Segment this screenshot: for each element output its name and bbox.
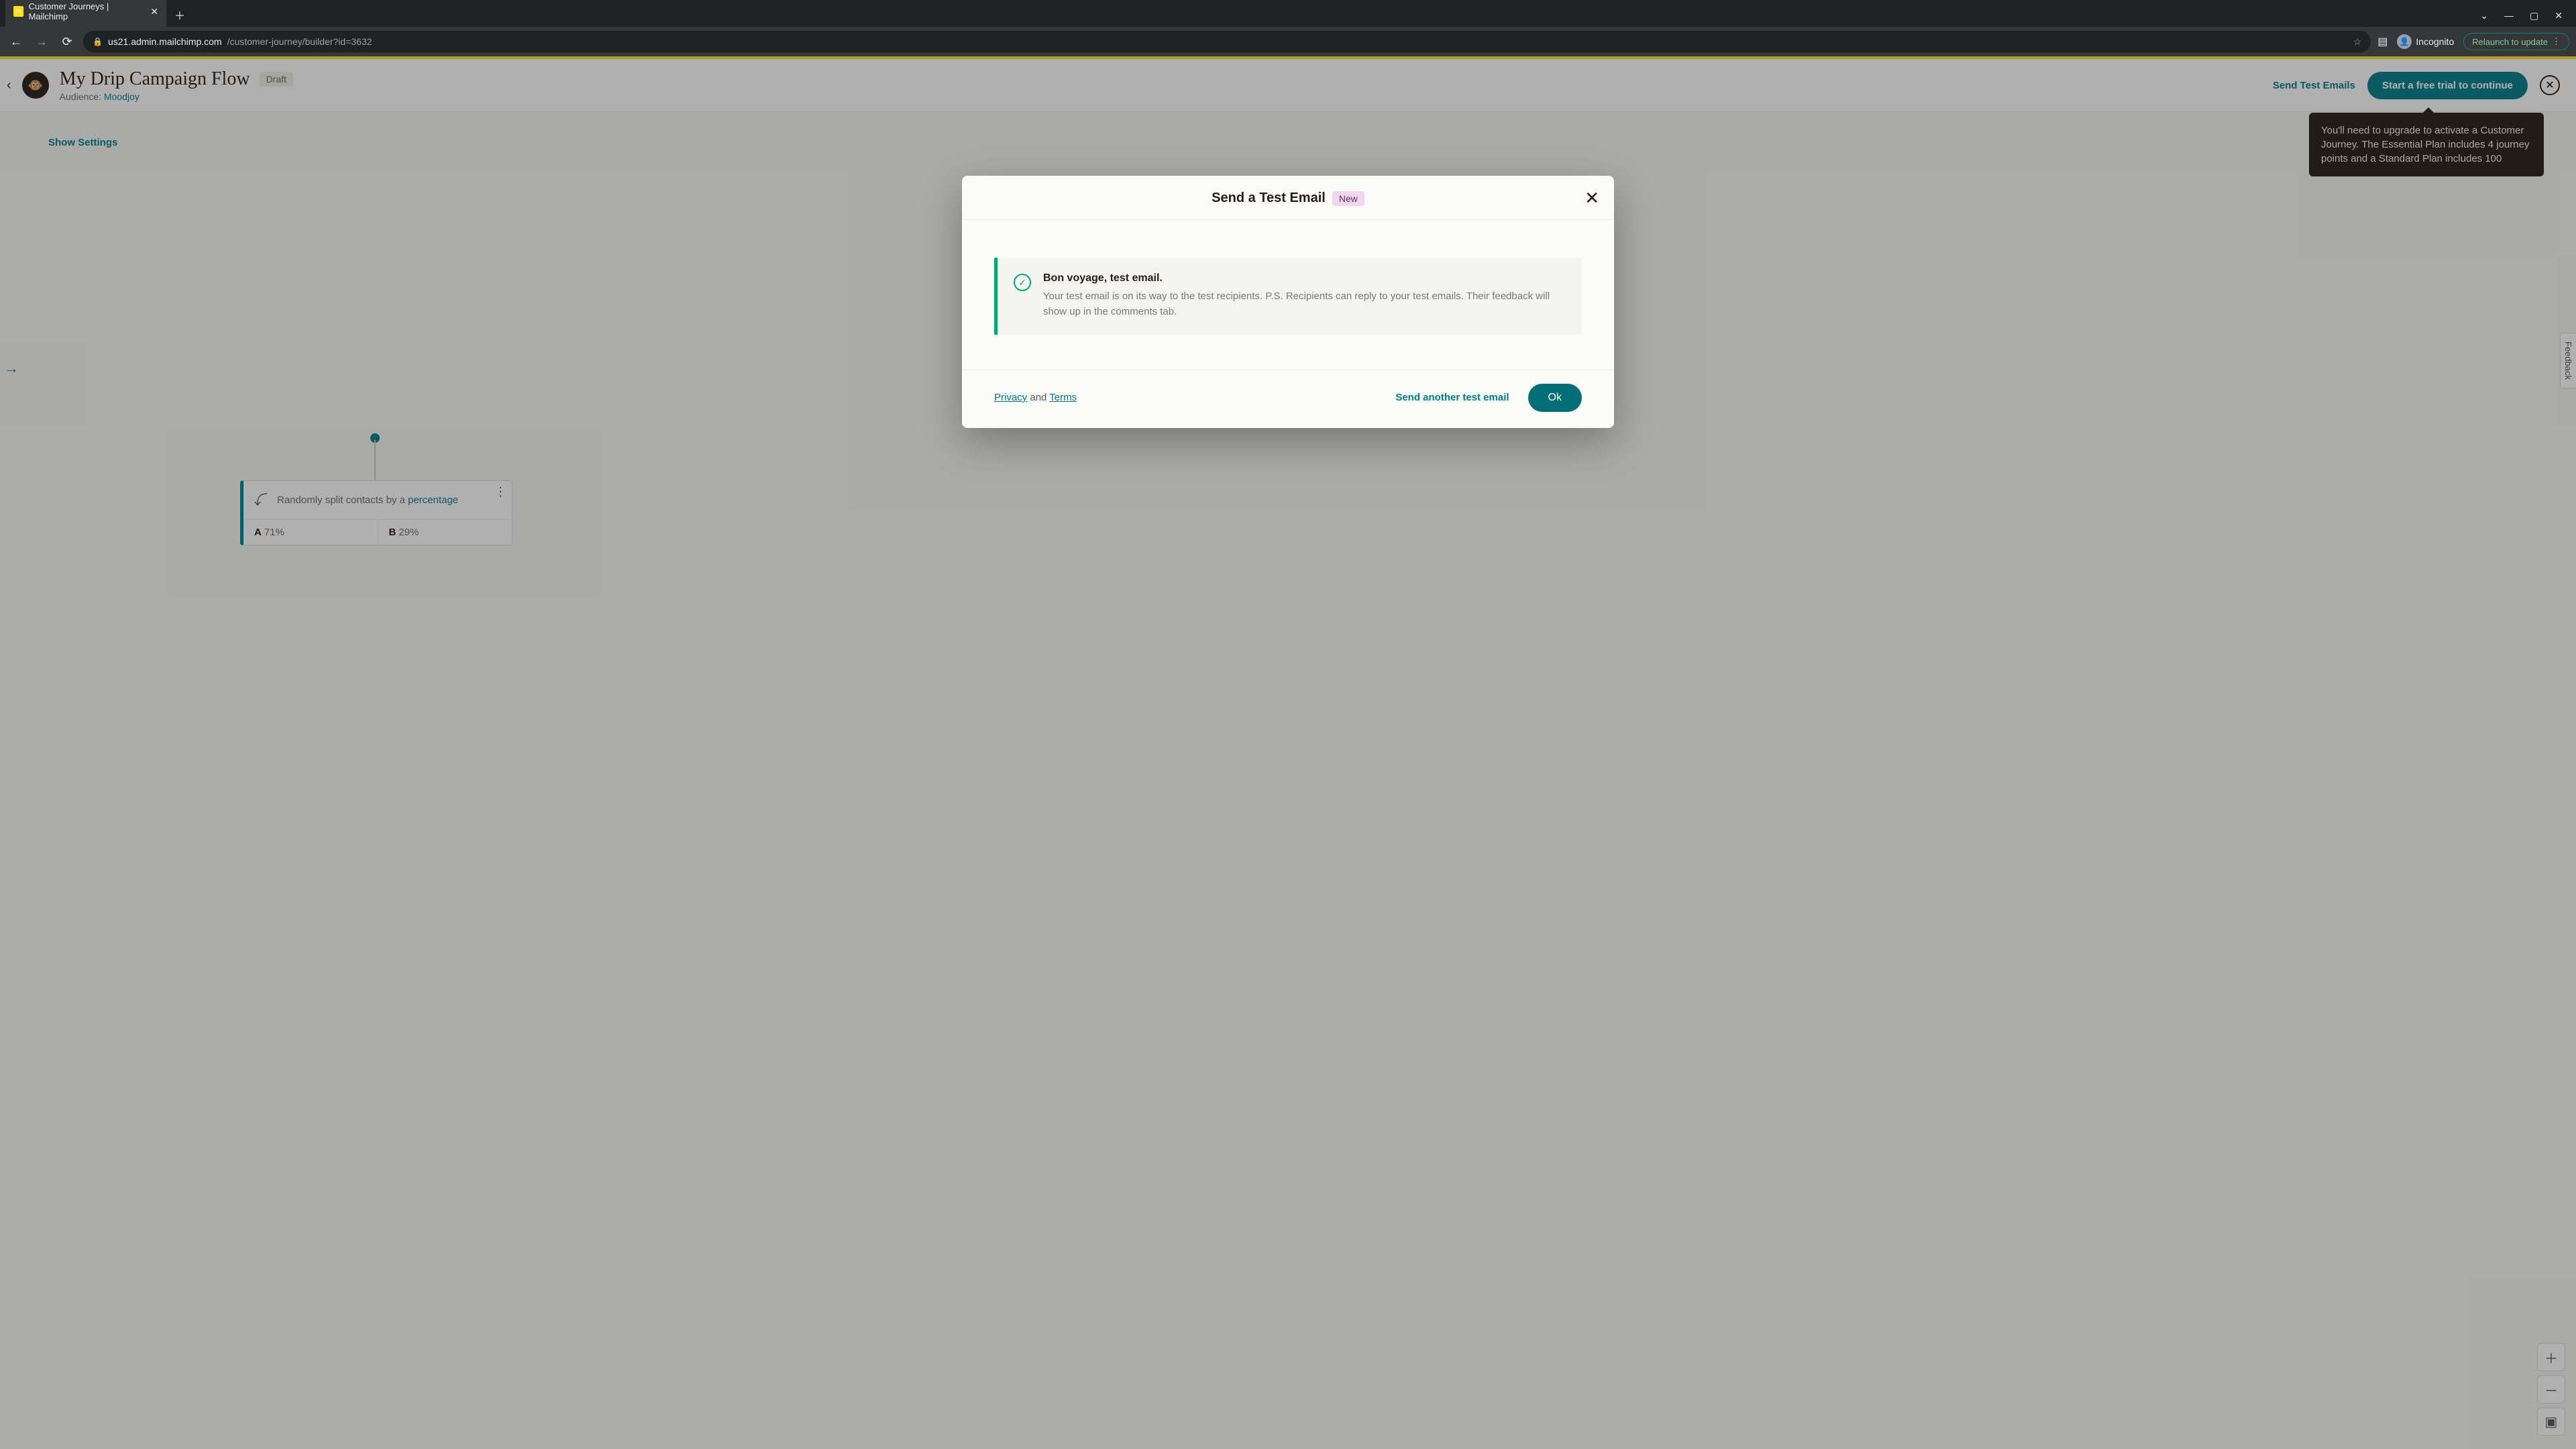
tab-title: Customer Journeys | Mailchimp <box>29 1 140 21</box>
side-panel-icon[interactable]: ▤ <box>2377 35 2387 48</box>
tab-close-icon[interactable]: ✕ <box>150 6 158 17</box>
nav-back-icon[interactable]: ← <box>7 35 25 49</box>
relaunch-button[interactable]: Relaunch to update ⋮ <box>2463 33 2569 50</box>
modal-title: Send a Test Email <box>1212 191 1326 206</box>
window-maximize-icon[interactable]: ▢ <box>2530 10 2538 21</box>
send-another-test-link[interactable]: Send another test email <box>1395 392 1509 403</box>
window-minimize-icon[interactable]: — <box>2504 10 2514 21</box>
window-close-icon[interactable]: ✕ <box>2555 10 2563 21</box>
incognito-label: Incognito <box>2416 36 2454 47</box>
url-path: /customer-journey/builder?id=3632 <box>227 36 372 47</box>
check-circle-icon: ✓ <box>1014 274 1031 291</box>
bookmark-star-icon[interactable]: ☆ <box>2353 36 2362 48</box>
privacy-link[interactable]: Privacy <box>994 392 1027 403</box>
browser-tab[interactable]: ✉ Customer Journeys | Mailchimp ✕ <box>5 0 166 27</box>
success-alert: ✓ Bon voyage, test email. Your test emai… <box>994 258 1582 335</box>
nav-reload-icon[interactable]: ⟳ <box>58 35 76 49</box>
url-field[interactable]: 🔒 us21.admin.mailchimp.com/customer-jour… <box>83 31 2371 52</box>
address-bar: ← → ⟳ 🔒 us21.admin.mailchimp.com/custome… <box>0 27 2576 56</box>
legal-links: Privacy and Terms <box>994 392 1077 403</box>
incognito-badge: 👤 Incognito <box>2397 34 2454 49</box>
browser-tab-bar: ✉ Customer Journeys | Mailchimp ✕ ＋ ⌄ — … <box>0 0 2576 27</box>
url-host: us21.admin.mailchimp.com <box>108 36 222 47</box>
window-controls: ⌄ — ▢ ✕ <box>2480 10 2571 21</box>
incognito-icon: 👤 <box>2397 34 2412 49</box>
page: ‹ 🐵 My Drip Campaign Flow Draft Audience… <box>0 56 2576 1449</box>
mailchimp-favicon-icon: ✉ <box>13 6 23 17</box>
nav-forward-icon[interactable]: → <box>32 35 51 49</box>
legal-and: and <box>1027 392 1049 403</box>
alert-heading: Bon voyage, test email. <box>1043 272 1566 284</box>
new-tab-button[interactable]: ＋ <box>174 7 185 23</box>
relaunch-label: Relaunch to update <box>2472 37 2548 47</box>
terms-link[interactable]: Terms <box>1049 392 1077 403</box>
window-dropdown-icon[interactable]: ⌄ <box>2480 10 2488 21</box>
alert-body: Your test email is on its way to the tes… <box>1043 288 1566 320</box>
lock-icon: 🔒 <box>93 37 103 46</box>
new-badge: New <box>1332 191 1364 206</box>
kebab-icon[interactable]: ⋮ <box>2552 36 2561 47</box>
send-test-email-modal: Send a Test Email New ✕ ✓ Bon voyage, te… <box>962 176 1614 428</box>
modal-close-button[interactable]: ✕ <box>1585 188 1599 209</box>
modal-overlay: Send a Test Email New ✕ ✓ Bon voyage, te… <box>0 56 2576 1449</box>
ok-button[interactable]: Ok <box>1528 384 1582 412</box>
